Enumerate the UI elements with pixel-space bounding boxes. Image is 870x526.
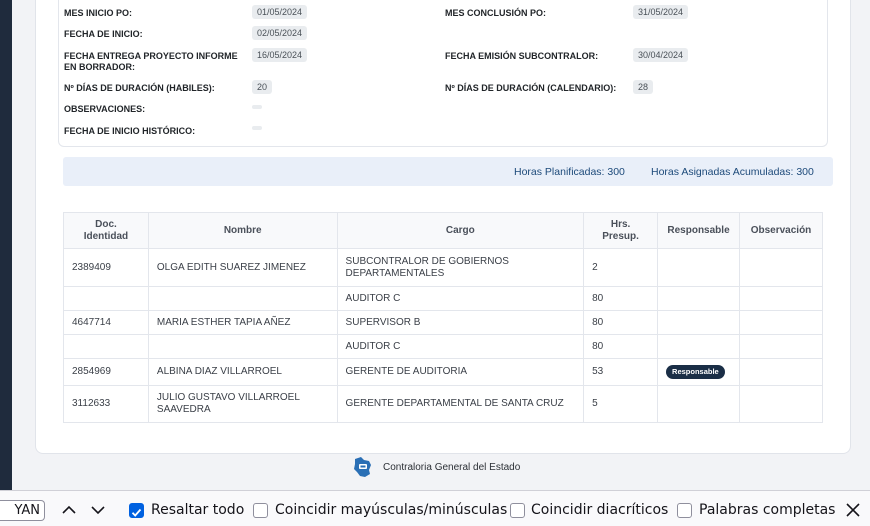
bolivia-map-logo-icon	[350, 455, 374, 479]
mes-conclusion-value: 31/05/2024	[633, 5, 689, 19]
cell-nombre: OLGA EDITH SUAREZ JIMENEZ	[147, 248, 338, 287]
cell-responsable	[657, 334, 740, 359]
footer-org-name: Contraloria General del Estado	[383, 461, 521, 473]
header-responsable: Responsable	[657, 212, 740, 249]
table-row: 2389409 OLGA EDITH SUAREZ JIMENEZ SUBCON…	[63, 248, 823, 287]
table-row: 4647714 MARIA ESTHER TAPIA AÑEZ SUPERVIS…	[63, 310, 823, 335]
fecha-inicio-label: FECHA DE INICIO:	[64, 29, 143, 39]
mes-inicio-value: 01/05/2024	[252, 5, 308, 19]
fecha-historico-label: FECHA DE INICIO HISTÓRICO:	[64, 126, 196, 136]
fecha-historico-value	[252, 126, 262, 130]
table-row: 2854969 ALBINA DIAZ VILLARROEL GERENTE D…	[63, 358, 823, 386]
cell-cargo: AUDITOR C	[336, 334, 585, 359]
cell-doc	[63, 286, 149, 311]
cell-doc: 4647714	[63, 310, 149, 335]
cell-observacion	[739, 310, 823, 335]
mes-inicio-label: MES INICIO PO:	[64, 8, 133, 18]
cell-nombre: ALBINA DIAZ VILLARROEL	[147, 358, 338, 386]
header-hrs-presup: Hrs. Presup.	[583, 212, 659, 249]
fecha-inicio-value: 02/05/2024	[252, 26, 308, 40]
header-doc-identidad: Doc. Identidad	[63, 212, 149, 249]
cell-hrs: 80	[583, 310, 659, 335]
left-side-strip	[0, 0, 12, 490]
find-next-button[interactable]	[88, 501, 108, 519]
cell-cargo: GERENTE DE AUDITORIA	[336, 358, 585, 386]
header-cargo: Cargo	[336, 212, 585, 249]
cell-cargo: SUBCONTRALOR DE GOBIERNOS DEPARTAMENTALE…	[336, 248, 585, 287]
match-case-label[interactable]: Coincidir mayúsculas/minúsculas	[275, 501, 507, 519]
cell-responsable	[657, 310, 740, 335]
cell-observacion	[739, 358, 823, 386]
header-observacion: Observación	[739, 212, 823, 249]
cell-cargo: AUDITOR C	[336, 286, 585, 311]
cell-hrs: 53	[583, 358, 659, 386]
responsable-badge: Responsable	[666, 365, 725, 379]
cell-hrs: 5	[583, 385, 659, 423]
dias-habiles-value: 20	[252, 80, 273, 94]
cell-observacion	[739, 385, 823, 423]
match-diacritics-checkbox[interactable]	[510, 503, 525, 518]
fecha-emision-label: FECHA EMISIÓN SUBCONTRALOR:	[445, 51, 599, 61]
checkmark-icon	[131, 508, 142, 517]
staff-table: Doc. Identidad Nombre Cargo Hrs. Presup. R…	[63, 212, 823, 423]
cell-nombre	[147, 334, 338, 359]
close-icon	[846, 503, 860, 517]
fecha-emision-value: 30/04/2024	[633, 48, 689, 62]
chevron-down-icon	[91, 506, 105, 515]
match-diacritics-label[interactable]: Coincidir diacríticos	[531, 501, 668, 519]
cell-responsable	[657, 248, 740, 287]
whole-words-checkbox[interactable]	[677, 503, 692, 518]
horas-asignadas-acumuladas: Horas Asignadas Acumuladas: 300	[651, 166, 814, 178]
page-footer: Contraloria General del Estado	[350, 454, 520, 480]
cell-doc: 2854969	[63, 358, 149, 386]
header-nombre: Nombre	[147, 212, 338, 249]
cell-cargo: SUPERVISOR B	[336, 310, 585, 335]
fecha-entrega-label-line2: EN BORRADOR:	[64, 62, 135, 72]
table-header-row: Doc. Identidad Nombre Cargo Hrs. Presup. R…	[63, 212, 823, 249]
table-row: AUDITOR C 80	[63, 286, 823, 311]
hours-summary-bar: Horas Planificadas: 300 Horas Asignadas …	[63, 157, 833, 186]
close-find-bar-button[interactable]	[843, 501, 863, 519]
table-row: AUDITOR C 80	[63, 334, 823, 359]
dias-calendario-label: Nº DÍAS DE DURACIÓN (CALENDARIO):	[445, 83, 617, 93]
cell-nombre: JULIO GUSTAVO VILLARROEL SAAVEDRA	[147, 385, 338, 423]
cell-nombre: MARIA ESTHER TAPIA AÑEZ	[147, 310, 338, 335]
fecha-entrega-value: 16/05/2024	[252, 48, 308, 62]
horas-planificadas: Horas Planificadas: 300	[514, 166, 625, 178]
observaciones-label: OBSERVACIONES:	[64, 104, 146, 114]
table-row: 3112633 JULIO GUSTAVO VILLARROEL SAAVEDR…	[63, 385, 823, 423]
cell-responsable	[657, 385, 740, 423]
cell-responsable	[657, 286, 740, 311]
cell-hrs: 80	[583, 334, 659, 359]
cell-observacion	[739, 248, 823, 287]
observaciones-value	[252, 105, 262, 109]
match-case-checkbox[interactable]	[253, 503, 268, 518]
dias-calendario-value: 28	[633, 80, 654, 94]
chevron-up-icon	[62, 505, 76, 514]
cell-responsable: Responsable	[657, 358, 740, 386]
cell-cargo: GERENTE DEPARTAMENTAL DE SANTA CRUZ	[336, 385, 585, 423]
dias-habiles-label: Nº DÍAS DE DURACIÓN (HABILES):	[64, 83, 215, 93]
cell-hrs: 80	[583, 286, 659, 311]
details-card	[58, 0, 828, 147]
cell-doc	[63, 334, 149, 359]
cell-observacion	[739, 286, 823, 311]
find-bar: YAN Resaltar todo Coincidir mayúsculas/m…	[0, 490, 870, 526]
cell-nombre	[147, 286, 338, 311]
highlight-all-label[interactable]: Resaltar todo	[151, 501, 244, 519]
cell-observacion	[739, 334, 823, 359]
cell-doc: 3112633	[63, 385, 149, 423]
find-search-input[interactable]: YAN	[0, 500, 45, 521]
cell-doc: 2389409	[63, 248, 149, 287]
whole-words-label[interactable]: Palabras completas	[699, 501, 835, 519]
fecha-entrega-label-line1: FECHA ENTREGA PROYECTO INFORME	[64, 51, 238, 61]
find-previous-button[interactable]	[59, 501, 79, 519]
cell-hrs: 2	[583, 248, 659, 287]
mes-conclusion-label: MES CONCLUSIÓN PO:	[445, 8, 547, 18]
highlight-all-checkbox[interactable]	[129, 503, 144, 518]
